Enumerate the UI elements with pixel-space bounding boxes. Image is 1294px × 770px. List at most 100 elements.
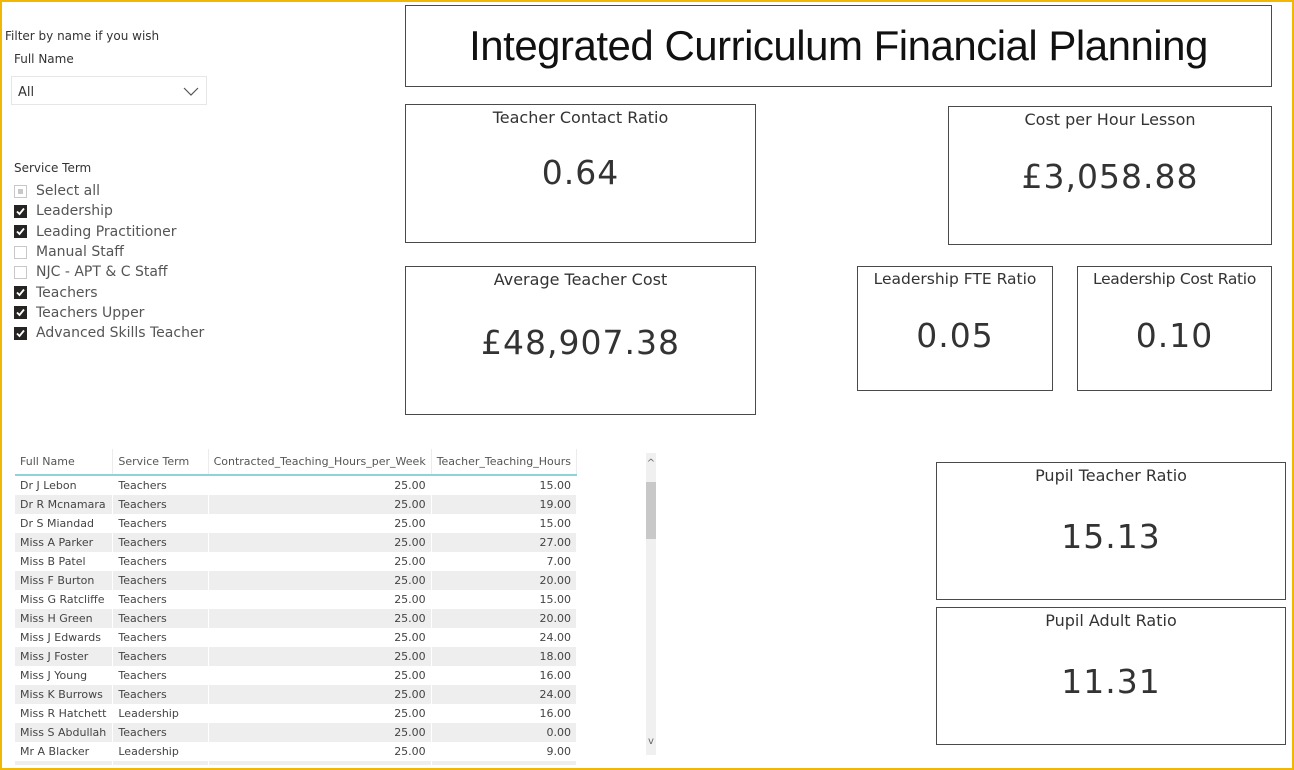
- cell-contracted-hours: 25.00: [208, 628, 432, 647]
- service-term-option[interactable]: Teachers: [14, 282, 204, 302]
- cell-full-name: Miss G Ratcliffe: [15, 590, 114, 609]
- card-title: Leadership Cost Ratio: [1093, 270, 1256, 288]
- service-term-option[interactable]: Leading Practitioner: [14, 222, 204, 242]
- column-header-full-name[interactable]: Full Name: [15, 449, 114, 476]
- card-value: 0.05: [916, 316, 994, 355]
- table-row[interactable]: Dr R Mcnamara Teachers 25.00 19.00: [15, 495, 577, 514]
- cell-contracted-hours: 25.00: [208, 723, 432, 742]
- table-row[interactable]: Miss J Edwards Teachers 25.00 24.00: [15, 628, 577, 647]
- cell-contracted-hours: 25.00: [208, 590, 432, 609]
- table-scrollbar[interactable]: ^ v: [646, 453, 656, 755]
- table-row[interactable]: Miss R Hatchett Leadership 25.00 16.00: [15, 704, 577, 723]
- card-average-teacher-cost: Average Teacher Cost £48,907.38: [405, 266, 756, 415]
- service-term-option-label: Teachers: [36, 284, 98, 301]
- table-row[interactable]: Miss J Foster Teachers 25.00 18.00: [15, 647, 577, 666]
- cell-contracted-hours: 25.00: [208, 533, 432, 552]
- cell-teaching-hours: 24.00: [431, 628, 577, 647]
- table-row[interactable]: Miss H Green Teachers 25.00 20.00: [15, 609, 577, 628]
- card-leadership-cost-ratio: Leadership Cost Ratio 0.10: [1077, 266, 1272, 391]
- scroll-thumb[interactable]: [646, 482, 656, 539]
- cell-full-name: Miss J Edwards: [15, 628, 114, 647]
- cell-full-name: Miss R Hatchett: [15, 704, 114, 723]
- cell-service-term: Teachers: [112, 723, 209, 742]
- cell-contracted-hours: 25.00: [208, 685, 432, 704]
- cell-teaching-hours: 20.00: [431, 571, 577, 590]
- checkbox-checked-icon[interactable]: [14, 204, 27, 218]
- checkbox-checked-icon[interactable]: [14, 326, 27, 340]
- cell-contracted-hours: 25.00: [208, 647, 432, 666]
- service-term-option[interactable]: Advanced Skills Teacher: [14, 323, 204, 343]
- cell-teaching-hours: 18.00: [431, 647, 577, 666]
- cell-contracted-hours: 25.00: [208, 495, 432, 514]
- cell-teaching-hours: 15.00: [431, 475, 577, 495]
- service-term-checklist: Select all Leadership Leading Practitioner…: [14, 181, 204, 343]
- cell-teaching-hours: 0.00: [431, 723, 577, 742]
- cell-teaching-hours: 20.00: [431, 609, 577, 628]
- cell-service-term: Teachers: [112, 475, 209, 495]
- cell-service-term: Teachers: [112, 609, 209, 628]
- service-term-option-label: NJC - APT & C Staff: [36, 264, 168, 281]
- scroll-up-icon[interactable]: ^: [646, 457, 656, 471]
- table-row[interactable]: Dr J Lebon Teachers 25.00 15.00: [15, 475, 577, 495]
- cell-service-term: Teachers: [112, 552, 209, 571]
- table-row[interactable]: Miss K Burrows Teachers 25.00 24.00: [15, 685, 577, 704]
- table-header-row: Full Name Service Term Contracted_Teachi…: [15, 449, 577, 476]
- checkbox-checked-icon[interactable]: [14, 306, 27, 320]
- table-row-partial: [15, 761, 577, 765]
- cell-empty: [431, 761, 577, 765]
- service-term-slicer-label: Service Term: [14, 161, 92, 175]
- column-header-teaching-hours[interactable]: Teacher_Teaching_Hours: [431, 449, 577, 476]
- card-value: £3,058.88: [1021, 157, 1199, 196]
- checkbox-checked-icon[interactable]: [14, 225, 27, 239]
- table-row[interactable]: Dr S Miandad Teachers 25.00 15.00: [15, 514, 577, 533]
- cell-full-name: Miss B Patel: [15, 552, 114, 571]
- report-canvas: Filter by name if you wish Full Name All…: [0, 0, 1294, 770]
- cell-teaching-hours: 16.00: [431, 704, 577, 723]
- table-row[interactable]: Miss B Patel Teachers 25.00 7.00: [15, 552, 577, 571]
- checkbox-unchecked-icon[interactable]: [14, 265, 27, 279]
- table-row[interactable]: Miss S Abdullah Teachers 25.00 0.00: [15, 723, 577, 742]
- cell-service-term: Teachers: [112, 590, 209, 609]
- service-term-option[interactable]: Teachers Upper: [14, 303, 204, 323]
- table-row[interactable]: Miss F Burton Teachers 25.00 20.00: [15, 571, 577, 590]
- cell-teaching-hours: 15.00: [431, 514, 577, 533]
- card-title: Pupil Teacher Ratio: [1035, 466, 1187, 485]
- card-title: Average Teacher Cost: [493, 270, 668, 289]
- cell-full-name: Miss H Green: [15, 609, 114, 628]
- card-value: 15.13: [1061, 517, 1161, 556]
- card-pupil-teacher-ratio: Pupil Teacher Ratio 15.13: [936, 462, 1286, 600]
- table-row[interactable]: Miss J Young Teachers 25.00 16.00: [15, 666, 577, 685]
- checkbox-partial-icon[interactable]: [14, 184, 27, 198]
- service-term-option-label: Select all: [36, 183, 100, 200]
- full-name-dropdown-value: All: [18, 84, 35, 100]
- service-term-option[interactable]: Manual Staff: [14, 242, 204, 262]
- service-term-option[interactable]: Leadership: [14, 201, 204, 221]
- service-term-option[interactable]: NJC - APT & C Staff: [14, 262, 204, 282]
- cell-teaching-hours: 19.00: [431, 495, 577, 514]
- cell-full-name: Miss K Burrows: [15, 685, 114, 704]
- cell-teaching-hours: 16.00: [431, 666, 577, 685]
- cell-contracted-hours: 25.00: [208, 704, 432, 723]
- service-term-option-label: Leading Practitioner: [36, 223, 177, 240]
- table-row[interactable]: Miss A Parker Teachers 25.00 27.00: [15, 533, 577, 552]
- checkbox-checked-icon[interactable]: [14, 286, 27, 300]
- cell-service-term: Leadership: [112, 742, 209, 761]
- cell-contracted-hours: 25.00: [208, 666, 432, 685]
- cell-full-name: Dr S Miandad: [15, 514, 114, 533]
- column-header-service-term[interactable]: Service Term: [112, 449, 209, 476]
- cell-service-term: Teachers: [112, 666, 209, 685]
- card-teacher-contact-ratio: Teacher Contact Ratio 0.64: [405, 104, 756, 243]
- full-name-dropdown[interactable]: All: [11, 76, 207, 105]
- column-header-contracted-hours[interactable]: Contracted_Teaching_Hours_per_Week: [208, 449, 432, 476]
- cell-contracted-hours: 25.00: [208, 514, 432, 533]
- table-row[interactable]: Miss G Ratcliffe Teachers 25.00 15.00: [15, 590, 577, 609]
- card-cost-per-hour-lesson: Cost per Hour Lesson £3,058.88: [948, 106, 1272, 245]
- service-term-option-label: Leadership: [36, 203, 113, 220]
- table-row[interactable]: Mr A Blacker Leadership 25.00 9.00: [15, 742, 577, 761]
- cell-service-term: Teachers: [112, 514, 209, 533]
- service-term-option[interactable]: Select all: [14, 181, 204, 201]
- scroll-down-icon[interactable]: v: [646, 735, 656, 749]
- card-value: 0.64: [541, 153, 620, 192]
- checkbox-unchecked-icon[interactable]: [14, 245, 27, 259]
- cell-contracted-hours: 25.00: [208, 609, 432, 628]
